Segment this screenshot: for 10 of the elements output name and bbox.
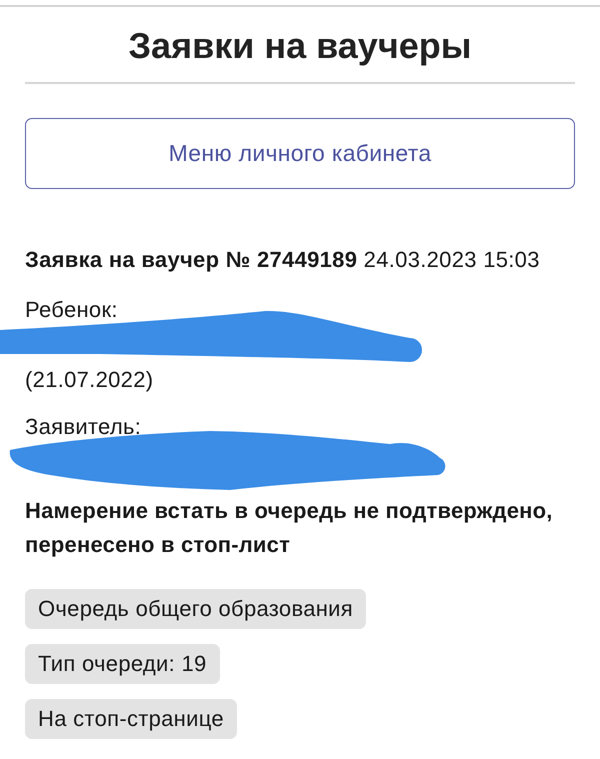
application-heading: Заявка на ваучер № 27449189 24.03.2023 15:03 bbox=[25, 246, 540, 274]
page-title: Заявки на ваучеры bbox=[128, 26, 472, 66]
info-tag: Тип очереди: 19 bbox=[25, 644, 220, 684]
birthdate-text: (21.07.2022) bbox=[25, 366, 154, 394]
info-tag: На стоп-странице bbox=[25, 699, 237, 739]
status-text: Намерение встать в очередь не подтверждено, перенесено в стоп-лист bbox=[25, 497, 554, 559]
info-tag: Очередь общего образования bbox=[25, 589, 366, 629]
applicant-label: Заявитель: bbox=[25, 413, 142, 441]
menu-button[interactable]: Меню личного кабинета bbox=[25, 118, 575, 189]
child-label: Ребенок: bbox=[25, 296, 118, 324]
